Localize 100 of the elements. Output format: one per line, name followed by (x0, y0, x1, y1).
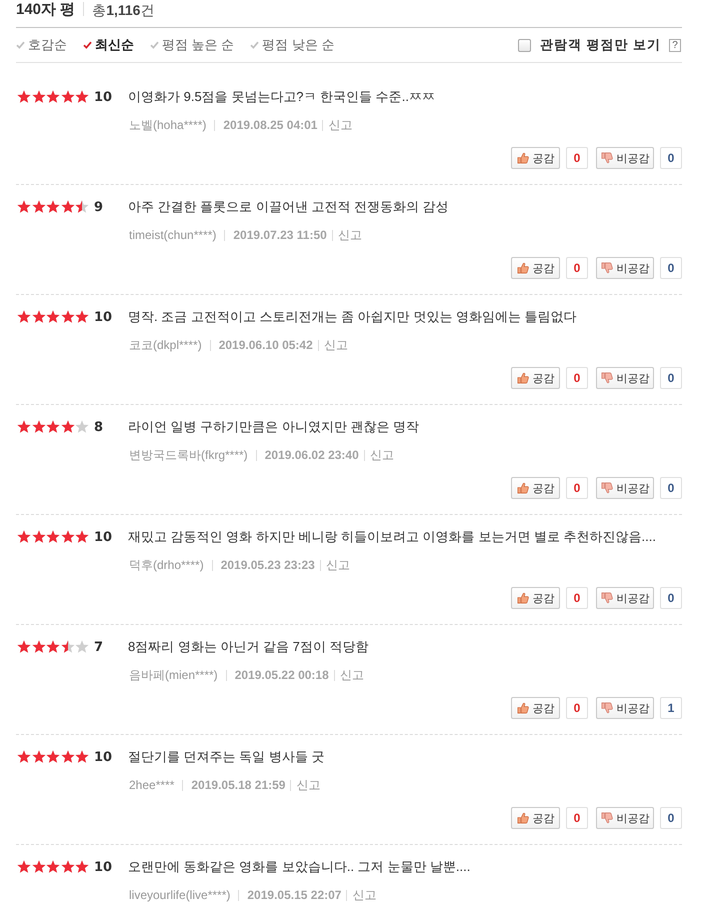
like-count: 0 (566, 697, 588, 719)
star-icon (60, 530, 75, 544)
star-icon (17, 90, 31, 104)
review-text: 명작. 조금 고전적이고 스토리전개는 좀 아쉽지만 멋있는 영화임에는 틀림없다 (128, 308, 577, 326)
star-icon (46, 530, 60, 544)
like-count: 0 (566, 587, 588, 609)
review-date: 2019.05.15 22:07 (247, 888, 342, 902)
like-count: 0 (566, 257, 588, 279)
star-icon (46, 640, 60, 654)
star-icon (32, 420, 46, 434)
dislike-button[interactable]: 비공감 (596, 697, 654, 719)
star-icon (46, 310, 60, 324)
thumbs-up-icon (516, 482, 528, 494)
review-date: 2019.08.25 04:01 (223, 118, 318, 132)
check-icon (16, 41, 25, 49)
score: 7 (94, 640, 104, 654)
star-icon (46, 860, 60, 874)
review-text: 절단기를 던져주는 독일 병사들 굿 (128, 748, 324, 766)
thumbs-down-icon (600, 702, 612, 714)
sort-option[interactable]: 평점 낮은 순 (250, 36, 334, 54)
author-name: 노벨(hoha****) (129, 116, 206, 134)
star-icon (32, 90, 46, 104)
check-icon (83, 41, 92, 49)
score: 8 (94, 420, 104, 434)
filter-label[interactable]: 관람객 평점만 보기 (540, 36, 661, 54)
thumbs-up-icon (516, 152, 528, 164)
star-icon (75, 530, 90, 544)
like-button[interactable]: 공감 (511, 587, 560, 609)
score: 10 (94, 90, 112, 104)
dislike-count: 0 (660, 477, 682, 499)
star-icon (75, 750, 90, 764)
like-button[interactable]: 공감 (511, 257, 560, 279)
star-icon (75, 420, 90, 434)
check-icon (150, 41, 159, 49)
star-icon (60, 420, 75, 434)
review-date: 2019.06.02 23:40 (264, 448, 359, 462)
thumbs-down-icon (600, 812, 612, 824)
star-icon (17, 640, 31, 654)
like-button[interactable]: 공감 (511, 477, 560, 499)
checkbox[interactable] (518, 38, 531, 52)
sort-option[interactable]: 최신순 (83, 36, 134, 54)
star-icon (17, 310, 31, 324)
author-name: liveyourlife(live****) (129, 888, 230, 902)
review-text: 오랜만에 동화같은 영화를 보았습니다.. 그저 눈물만 날뿐.... (128, 858, 470, 876)
star-icon (75, 310, 90, 324)
review-date: 2019.06.10 05:42 (218, 338, 313, 352)
dislike-count: 0 (660, 587, 682, 609)
dislike-button[interactable]: 비공감 (596, 587, 654, 609)
review-date: 2019.07.23 11:50 (233, 228, 327, 242)
star-icon (17, 750, 31, 764)
star-icon (75, 90, 90, 104)
thumbs-down-icon (600, 372, 612, 384)
author-name: 2hee**** (129, 778, 174, 792)
star-icon (60, 200, 75, 214)
score: 9 (94, 200, 104, 214)
sort-option[interactable]: 호감순 (16, 36, 67, 54)
star-icon (32, 310, 46, 324)
star-icon (17, 200, 31, 214)
dislike-button[interactable]: 비공감 (596, 147, 654, 169)
dislike-count: 0 (660, 257, 682, 279)
dislike-button[interactable]: 비공감 (596, 257, 654, 279)
like-count: 0 (566, 367, 588, 389)
dislike-button[interactable]: 비공감 (596, 477, 654, 499)
like-button[interactable]: 공감 (511, 367, 560, 389)
help-button[interactable]: ? (669, 38, 681, 52)
like-count: 0 (566, 147, 588, 169)
score: 10 (94, 310, 112, 324)
dislike-button[interactable]: 비공감 (596, 807, 654, 829)
like-count: 0 (566, 477, 588, 499)
star-icon (75, 860, 90, 874)
author-name: 변방국드록바(fkrg****) (129, 446, 248, 464)
star-icon (60, 310, 75, 324)
section-title: 140자 평 (16, 2, 84, 16)
review-date: 2019.05.18 21:59 (191, 778, 286, 792)
thumbs-up-icon (516, 592, 528, 604)
star-icon (60, 640, 75, 654)
thumbs-down-icon (600, 592, 612, 604)
review-text: 이영화가 9.5점을 못넘는다고?ㅋ 한국인들 수준..ㅉㅉ (128, 88, 435, 106)
score: 10 (94, 530, 112, 544)
sort-option[interactable]: 평점 높은 순 (150, 36, 234, 54)
like-button[interactable]: 공감 (511, 807, 560, 829)
like-button[interactable]: 공감 (511, 147, 560, 169)
star-icon (32, 750, 46, 764)
star-icon (17, 420, 31, 434)
dislike-count: 0 (660, 807, 682, 829)
star-icon (32, 200, 46, 214)
author-name: timeist(chun****) (129, 228, 216, 242)
star-icon (17, 860, 31, 874)
like-button[interactable]: 공감 (511, 697, 560, 719)
star-icon (60, 90, 75, 104)
score: 10 (94, 750, 112, 764)
review-date: 2019.05.23 23:23 (220, 558, 315, 572)
review-date: 2019.05.22 00:18 (234, 668, 329, 682)
dislike-count: 1 (660, 697, 682, 719)
dislike-button[interactable]: 비공감 (596, 367, 654, 389)
thumbs-up-icon (516, 702, 528, 714)
like-count: 0 (566, 807, 588, 829)
star-icon (60, 750, 75, 764)
review-total: 총1,116건 (91, 2, 154, 18)
star-icon (32, 640, 46, 654)
